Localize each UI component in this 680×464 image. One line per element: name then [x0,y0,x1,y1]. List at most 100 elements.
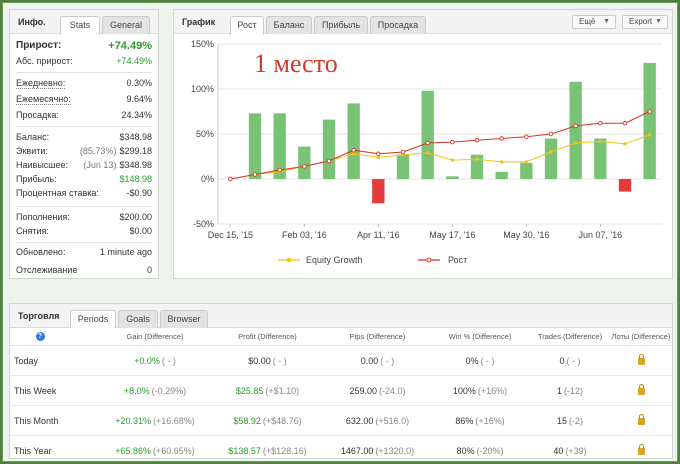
highest-row: Наивысшее: (Jun 13) $348.98 [16,160,152,172]
tab-goals[interactable]: Goals [118,310,158,328]
table-row: Today +0.0%( - ) $0.00( - ) 0.00( - ) 0%( - … [10,346,672,376]
daily-row: Ежедневно: 0.30% [16,78,152,90]
win-value: 0% [465,355,479,366]
equity-value: $299.18 [119,146,152,156]
gain-value: +8.0% [123,385,150,396]
gain-cell: +0.0%( - ) [100,346,210,375]
win-value: 100% [452,385,476,396]
x-tick-label: Jun 07, '16 [578,230,622,240]
help-icon[interactable]: ? [35,332,45,341]
pips-value: 259.00 [349,385,377,396]
lock-icon[interactable] [637,414,645,425]
pips-diff: (+1320.0) [375,445,415,456]
growth-point [326,158,332,164]
equity-growth-point [352,152,356,156]
deposits-row: Пополнения: $200.00 [16,212,152,224]
table-header: ? Gain (Difference) Profit (Difference) … [10,328,672,346]
y-tick-label: 100% [191,84,214,94]
monthly-row: Ежемесячно: 9.64% [16,94,152,106]
lock-icon[interactable] [637,384,645,395]
gain-cell: +8.0% (-0.29%) [100,376,210,405]
growth-point [376,151,381,157]
profit-cell: $25.85 (+$1.10) [210,376,325,405]
chart-bar [569,81,582,179]
growth-point [598,120,603,126]
chart-lines [228,109,652,182]
tab-general[interactable]: General [102,16,150,34]
table-row: This Year +65.86% (+60.65%) $138.57 (+$128.1… [10,436,672,464]
chevron-down-icon: ▼ [655,18,662,25]
divider [16,72,152,73]
daily-label[interactable]: Ежедневно: [16,78,66,89]
highest-date: (Jun 13) [83,160,117,170]
trades-value: 0 [559,355,565,366]
lock-icon[interactable] [637,354,645,365]
lots-cell [610,406,672,435]
tab-profit[interactable]: Прибыль [314,16,368,34]
profit-diff: (+$48.76) [262,415,302,426]
tracking-label: Отслеживание [16,265,78,275]
gain-diff: (-0.29%) [151,385,187,396]
lock-icon[interactable] [637,444,645,455]
interest-label: Процентная ставка: [16,188,99,198]
trades-cell: 40 (+39) [530,436,610,464]
tracking-row: Отслеживание 0 [16,265,152,277]
growth-point [277,167,282,173]
chart-bar [520,162,533,179]
tab-periods[interactable]: Periods [70,310,116,329]
table-body: Today +0.0%( - ) $0.00( - ) 0.00( - ) 0%( - … [10,346,672,464]
gain-row: Прирост: +74.49% [16,40,152,54]
win-cell: 86% (+16%) [430,406,530,435]
tab-browser[interactable]: Browser [160,310,208,328]
period-label: Today [14,355,39,366]
growth-point [548,131,554,137]
header-trades: Trades (Difference) [537,332,603,341]
y-tick-label: 0% [201,174,214,184]
y-tick-label: -50% [193,219,214,229]
abs-gain-value: +74.49% [116,56,152,66]
tab-growth[interactable]: Рост [230,16,264,35]
balance-row: Баланс: $348.98 [16,132,152,144]
win-diff: (+16%) [475,415,505,426]
growth-point [647,109,652,114]
chart-bar [322,119,336,179]
withdrawals-row: Снятия: $0.00 [16,226,152,238]
gain-diff: (+60.65%) [153,445,195,456]
more-dropdown[interactable]: Ещё ▼ [572,15,616,29]
pips-cell: 0.00( - ) [325,346,430,375]
tab-drawdown[interactable]: Просадка [370,16,426,34]
trades-cell: 0( - ) [530,346,610,375]
gain-cell: +65.86% (+60.65%) [100,436,210,464]
help-cell: ? [10,328,70,345]
growth-point [450,139,455,145]
monthly-label[interactable]: Ежемесячно: [16,94,71,105]
chart-panel-header: График Рост Баланс Прибыль Просадка Ещё ▼… [174,10,672,35]
header-pips: Pips (Difference) [349,332,406,341]
drawdown-label: Просадка: [16,110,59,120]
equity-growth-point [549,150,553,154]
legend-growth-marker [426,257,432,263]
highest-value-group: (Jun 13) $348.98 [83,160,152,170]
deposits-value: $200.00 [119,212,152,222]
growth-point [400,149,406,155]
x-tick-label: May 30, '16 [503,230,549,240]
profit-cell: $138.57 (+$128.16) [210,436,325,464]
growth-point [573,123,578,129]
trades-diff: (-2) [569,415,583,426]
divider [16,206,152,207]
equity-growth-point [623,142,627,146]
export-dropdown[interactable]: Export ▼ [622,15,668,29]
tracking-value: 0 [146,265,152,275]
trades-diff: ( - ) [566,355,581,366]
equity-growth-point [376,155,380,159]
tab-stats[interactable]: Stats [60,16,100,35]
periods-table: ? Gain (Difference) Profit (Difference) … [10,328,672,464]
trading-panel: Торговля Periods Goals Browser ? Gain (D… [9,303,673,459]
interest-value: -$0.90 [126,188,152,198]
equity-value-group: (85.73%) $299.18 [80,146,152,156]
tab-balance[interactable]: Баланс [266,16,312,34]
profit-value: $58.92 [233,415,261,426]
drawdown-row: Просадка: 24.34% [16,110,152,122]
interest-row: Процентная ставка: -$0.90 [16,188,152,200]
profit-cell: $58.92 (+$48.76) [210,406,325,435]
